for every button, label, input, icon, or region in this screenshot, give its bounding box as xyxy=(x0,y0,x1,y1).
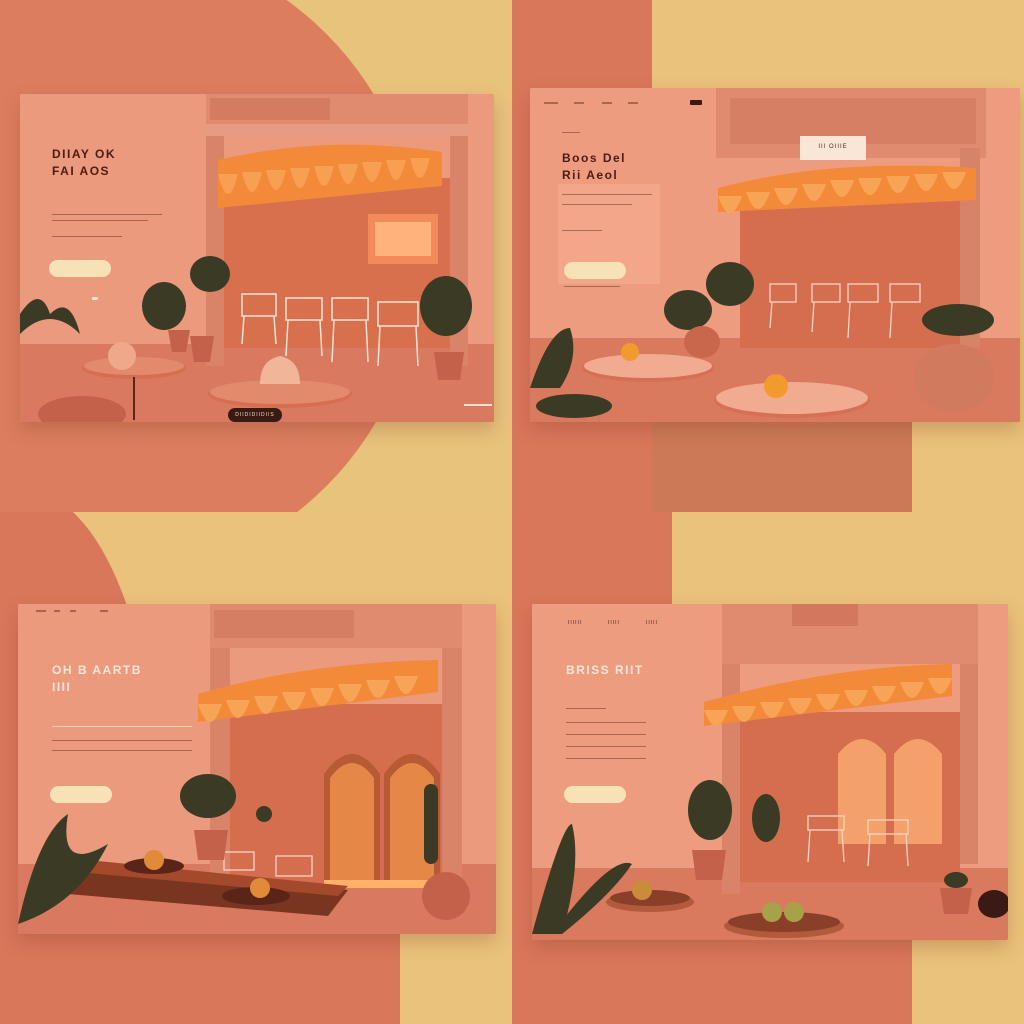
nav-item[interactable] xyxy=(36,610,46,612)
terracotta-backdrop-lower xyxy=(512,932,912,1024)
headline: Boos Del Rii Aeol xyxy=(562,150,626,184)
nav-item[interactable] xyxy=(54,610,60,612)
text-line xyxy=(562,194,652,195)
website-mockup-card: Boos Del Rii Aeol III OIIIE xyxy=(530,88,1020,422)
badge[interactable]: DIIDIDIIDIIS xyxy=(228,408,282,422)
headline: BRISS RIIT xyxy=(566,662,644,679)
text-line xyxy=(564,286,620,287)
cafe-scene xyxy=(18,604,496,934)
text-line xyxy=(52,236,122,237)
cta-button[interactable] xyxy=(564,262,626,279)
divider xyxy=(52,726,192,727)
indicator-dot xyxy=(92,297,98,300)
cta-button[interactable] xyxy=(50,786,112,803)
text-line xyxy=(52,214,162,215)
text-line xyxy=(562,230,602,231)
headline-line-1: BRISS RIIT xyxy=(566,663,644,677)
nav-item-3[interactable]: IIIII xyxy=(646,620,658,626)
nav-item[interactable] xyxy=(70,610,76,612)
divider xyxy=(562,132,580,133)
headline-line-2: FAI AOS xyxy=(52,164,111,178)
shop-sign: III OIIIE xyxy=(818,144,848,150)
text-line xyxy=(566,758,646,759)
nav-item[interactable] xyxy=(574,102,584,104)
headline-line-1: DIIAY OK xyxy=(52,147,117,161)
cta-button[interactable] xyxy=(564,786,626,803)
panel-3: OH B AARTB IIII xyxy=(0,512,512,1024)
headline-line-1: Boos Del xyxy=(562,151,627,165)
website-mockup-card: IIIIII IIIII IIIII BRISS RIIT xyxy=(532,604,1008,940)
panel-4: IIIIII IIIII IIIII BRISS RIIT xyxy=(512,512,1024,1024)
nav-item[interactable] xyxy=(544,102,558,104)
text-line xyxy=(566,708,606,709)
text-line xyxy=(562,204,632,205)
nav-item-2[interactable]: IIIII xyxy=(608,620,620,626)
scroll-indicator[interactable] xyxy=(464,404,492,406)
text-line xyxy=(52,220,148,221)
headline-line-1: OH B AARTB xyxy=(52,663,142,677)
headline-line-2: IIII xyxy=(52,680,72,694)
cta-button[interactable] xyxy=(49,260,111,277)
headline: OH B AARTB IIII xyxy=(52,662,142,696)
website-mockup-card: DIIAY OK FAI AOS DIIDIDIIDIIS xyxy=(20,94,494,422)
panel-2: Boos Del Rii Aeol III OIIIE xyxy=(512,0,1024,512)
website-mockup-card: OH B AARTB IIII xyxy=(18,604,496,934)
panel-1: DIIAY OK FAI AOS DIIDIDIIDIIS xyxy=(0,0,512,512)
nav-item[interactable] xyxy=(100,610,108,612)
text-line xyxy=(52,750,192,751)
text-line xyxy=(52,740,192,741)
menu-button[interactable] xyxy=(690,100,702,105)
nav-item[interactable] xyxy=(628,102,638,104)
cafe-scene xyxy=(532,604,1008,940)
text-line xyxy=(566,722,646,723)
headline: DIIAY OK FAI AOS xyxy=(52,146,116,180)
text-line xyxy=(566,746,646,747)
nav-item-1[interactable]: IIIIII xyxy=(568,620,582,626)
text-line xyxy=(566,734,646,735)
nav-item[interactable] xyxy=(602,102,612,104)
headline-line-2: Rii Aeol xyxy=(562,168,619,182)
cafe-scene xyxy=(20,94,494,422)
